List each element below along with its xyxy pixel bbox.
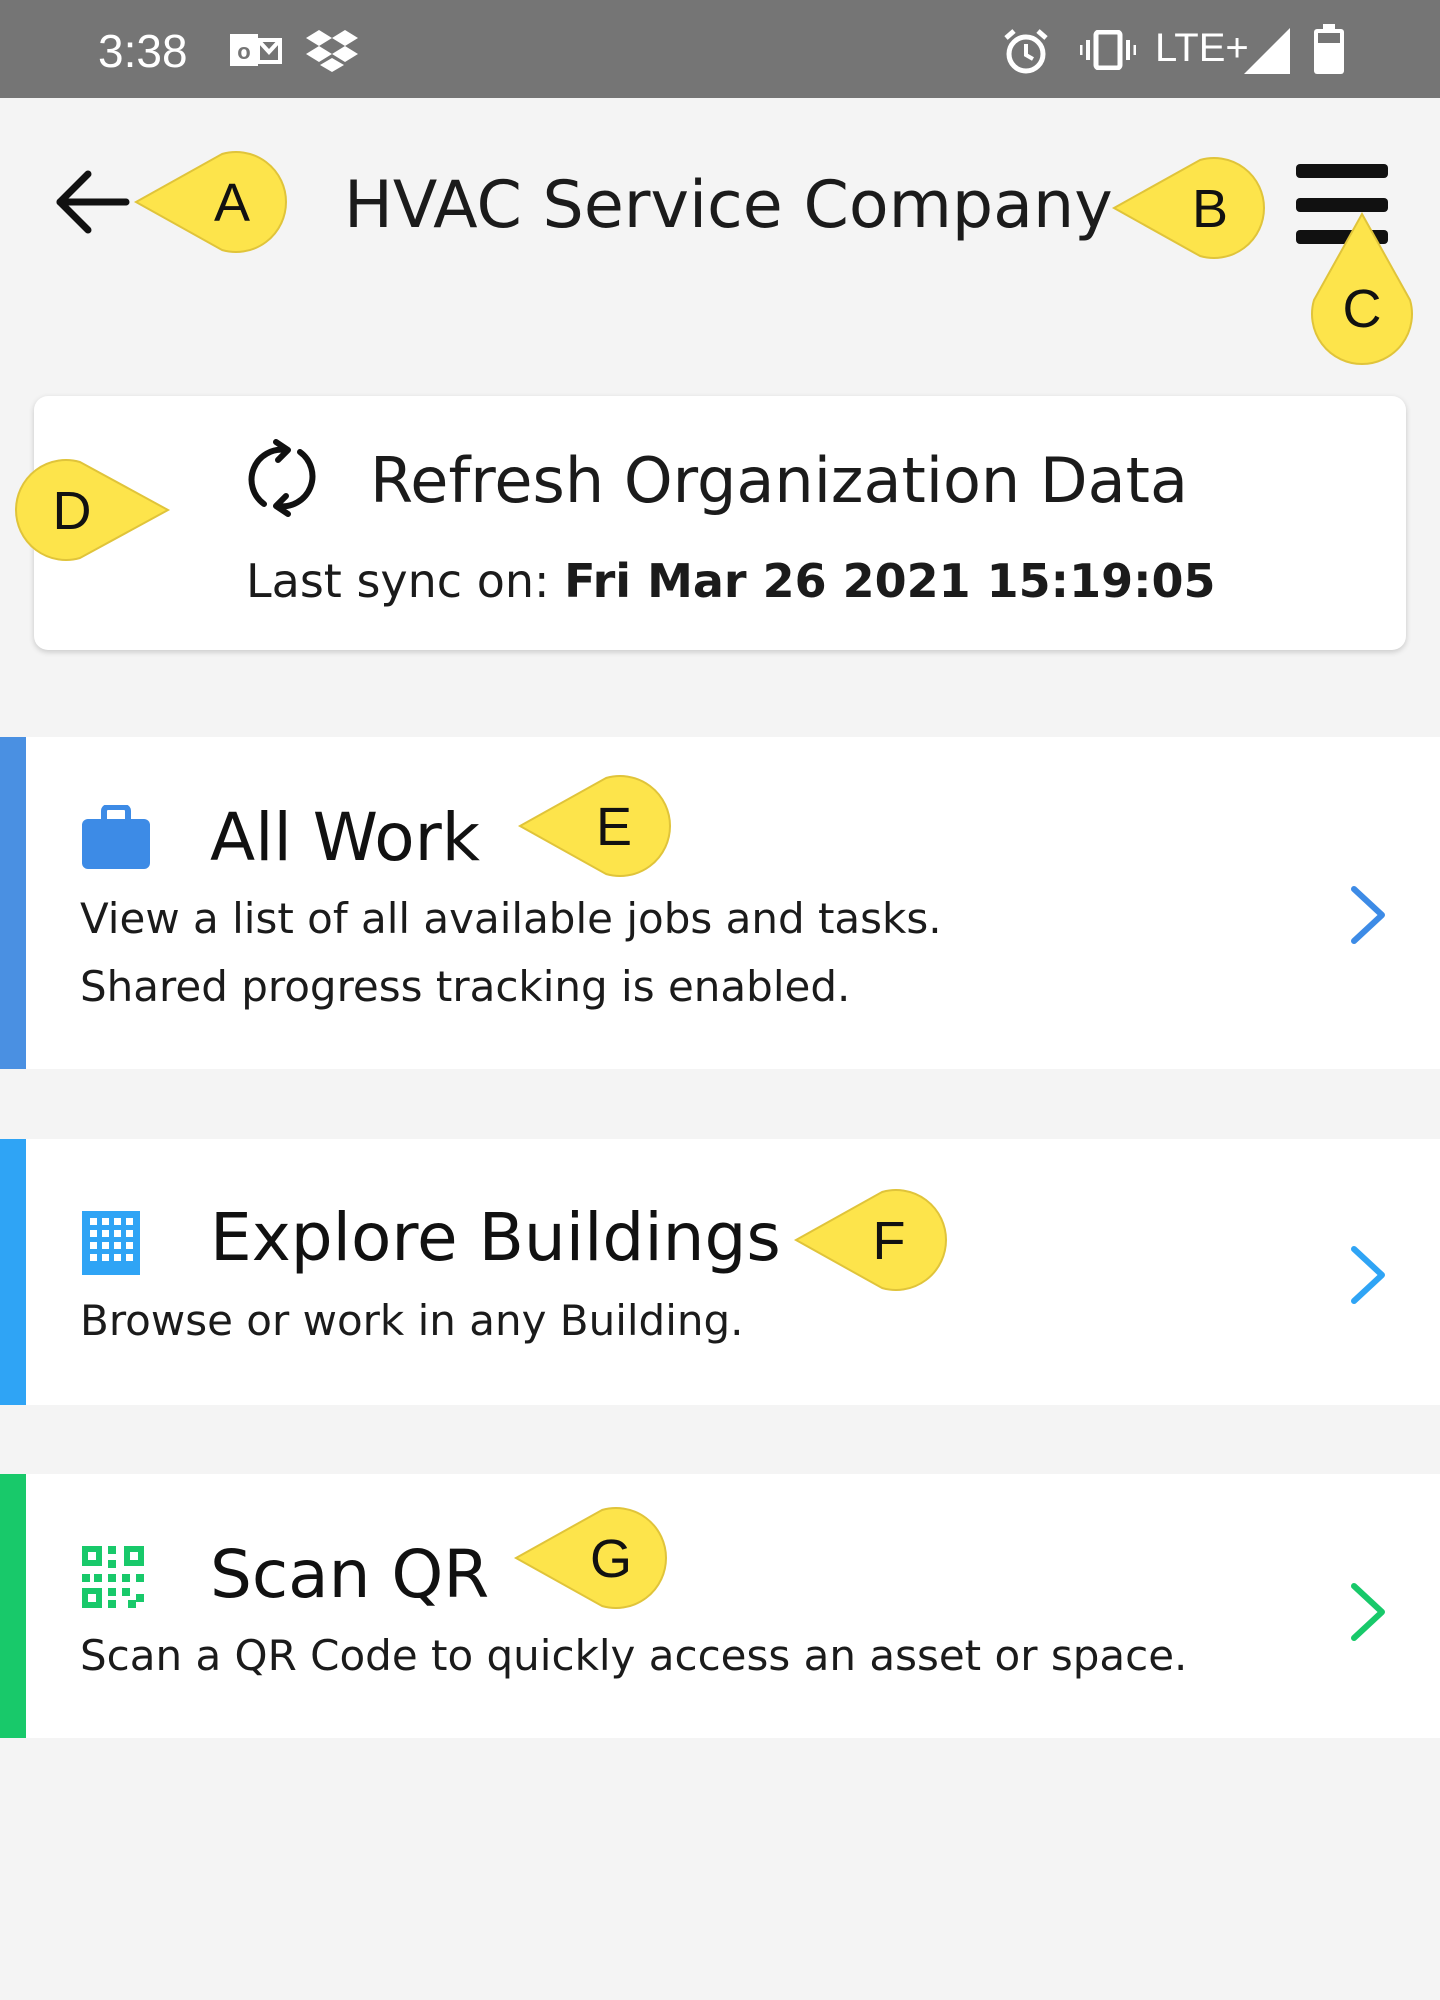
building-icon bbox=[82, 1211, 140, 1275]
refresh-title: Refresh Organization Data bbox=[370, 444, 1188, 517]
page-title: HVAC Service Company bbox=[344, 168, 1113, 243]
scan-qr-card[interactable]: Scan QR Scan a QR Code to quickly access… bbox=[0, 1474, 1440, 1738]
explore-buildings-card[interactable]: Explore Buildings Browse or work in any … bbox=[0, 1139, 1440, 1405]
accent-bar bbox=[0, 1139, 26, 1405]
callout-label-c: C bbox=[1342, 279, 1382, 339]
last-sync-label: Last sync on: bbox=[246, 554, 550, 608]
chevron-right-icon[interactable] bbox=[1346, 1582, 1390, 1642]
dropbox-icon bbox=[306, 30, 358, 72]
signal-icon bbox=[1244, 28, 1290, 74]
card-description: Browse or work in any Building. bbox=[80, 1296, 744, 1345]
callout-label-b: B bbox=[1191, 179, 1229, 239]
card-title: All Work bbox=[210, 799, 480, 876]
battery-icon bbox=[1314, 24, 1344, 74]
card-title: Explore Buildings bbox=[210, 1199, 781, 1276]
briefcase-icon bbox=[82, 805, 150, 869]
chevron-right-icon[interactable] bbox=[1346, 885, 1390, 945]
all-work-card[interactable]: All Work View a list of all available jo… bbox=[0, 737, 1440, 1069]
callout-label-a: A bbox=[213, 173, 251, 233]
last-sync-value: Fri Mar 26 2021 15:19:05 bbox=[564, 554, 1216, 608]
refresh-organization-card[interactable]: Refresh Organization Data Last sync on: … bbox=[34, 396, 1406, 650]
refresh-icon bbox=[248, 439, 316, 517]
chevron-right-icon[interactable] bbox=[1346, 1245, 1390, 1305]
arrow-left-icon[interactable] bbox=[52, 170, 142, 234]
card-description: Scan a QR Code to quickly access an asse… bbox=[80, 1631, 1188, 1680]
qr-code-icon bbox=[82, 1546, 144, 1608]
callout-label-d: D bbox=[52, 481, 92, 541]
alarm-icon bbox=[1004, 29, 1048, 74]
network-type: LTE+ bbox=[1155, 26, 1249, 70]
status-time: 3:38 bbox=[98, 25, 188, 77]
card-description: View a list of all available jobs and ta… bbox=[80, 894, 942, 1011]
vibrate-icon bbox=[1080, 30, 1136, 70]
card-title: Scan QR bbox=[210, 1536, 490, 1613]
last-sync-line: Last sync on: Fri Mar 26 2021 15:19:05 bbox=[246, 554, 1216, 608]
svg-text:o: o bbox=[237, 39, 250, 64]
accent-bar bbox=[0, 737, 26, 1069]
callout-label-e: E bbox=[595, 797, 633, 857]
callout-label-g: G bbox=[589, 1529, 632, 1589]
callout-label-f: F bbox=[872, 1211, 906, 1271]
status-bar: 3:38 o LTE+ bbox=[0, 0, 1440, 98]
accent-bar bbox=[0, 1474, 26, 1738]
outlook-icon: o bbox=[230, 34, 282, 66]
